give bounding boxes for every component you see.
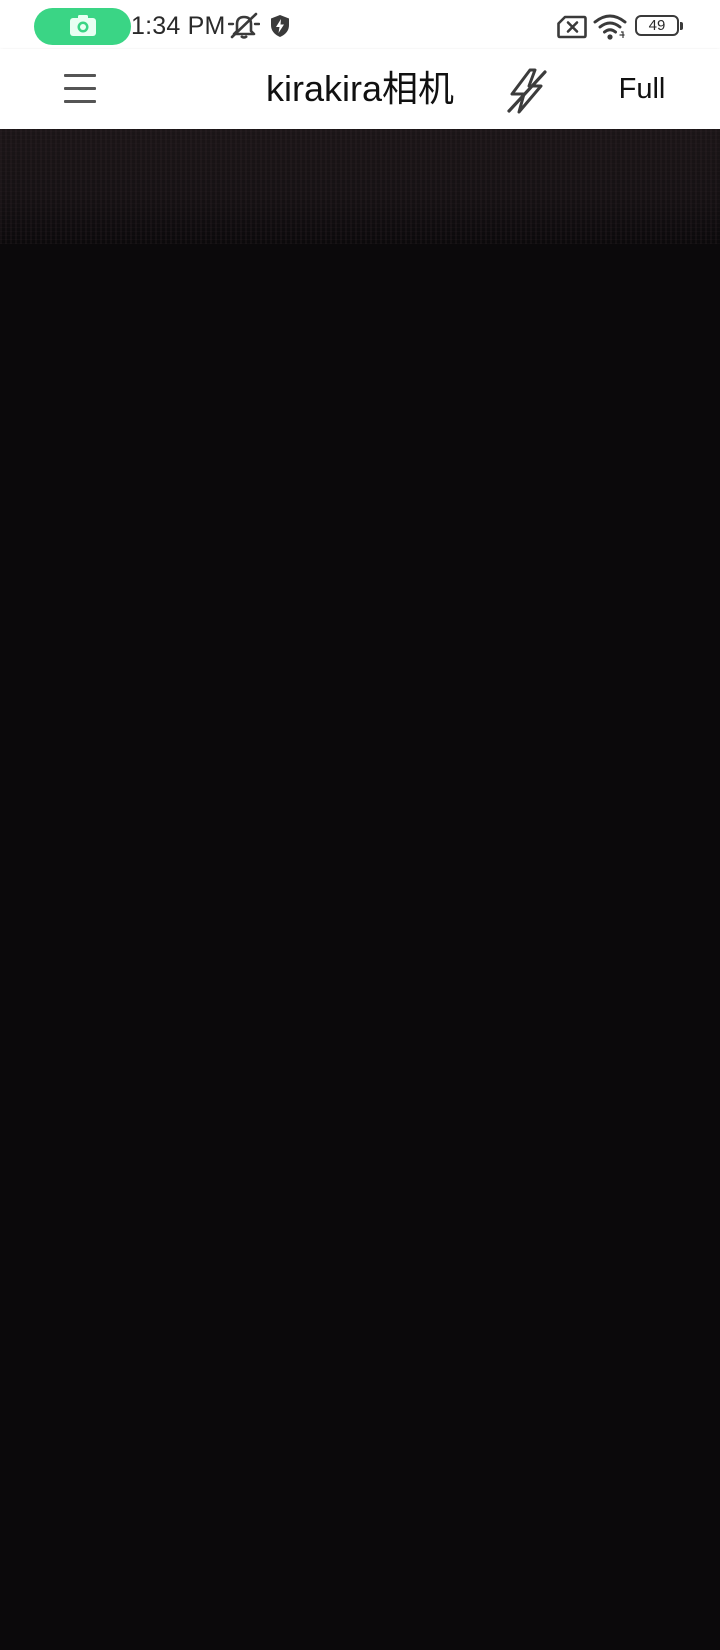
camera-icon bbox=[70, 15, 96, 36]
camera-screen: 1:34 PM 49 kirakira相机 Full bbox=[0, 0, 720, 1650]
shield-bolt-icon bbox=[271, 15, 289, 37]
preview-noise-area bbox=[0, 129, 720, 244]
bell-muted-icon bbox=[228, 12, 260, 39]
battery-icon: 49 bbox=[635, 15, 683, 36]
status-time: 1:34 PM bbox=[131, 12, 226, 40]
flash-off-icon bbox=[507, 68, 547, 114]
screen-recording-indicator[interactable] bbox=[34, 8, 131, 45]
menu-button[interactable] bbox=[52, 61, 108, 117]
wifi-icon bbox=[593, 14, 627, 40]
flash-toggle-button[interactable] bbox=[498, 63, 554, 119]
page-title: kirakira相机 bbox=[265, 68, 455, 109]
app-bar: kirakira相机 Full bbox=[0, 49, 720, 129]
full-mode-button[interactable]: Full bbox=[600, 65, 684, 113]
battery-level: 49 bbox=[648, 17, 666, 34]
camera-preview[interactable] bbox=[0, 129, 720, 1650]
status-bar: 1:34 PM 49 bbox=[0, 0, 720, 49]
sim-none-icon bbox=[557, 15, 587, 39]
